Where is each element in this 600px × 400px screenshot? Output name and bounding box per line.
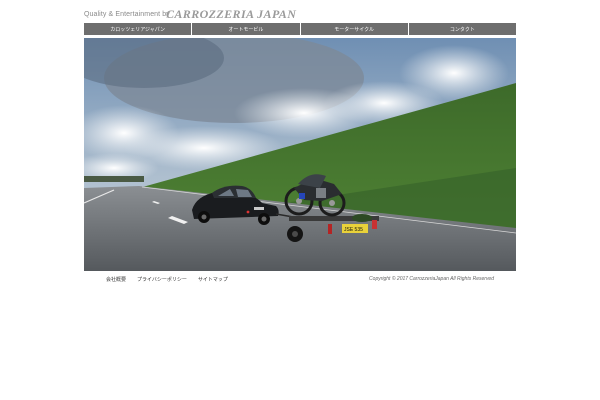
hero-photo-car-trailer-motorcycle: JSE 535 — [84, 38, 516, 271]
nav-item-contact[interactable]: コンタクト — [408, 23, 516, 35]
footer-link-company[interactable]: 会社概要 — [106, 276, 126, 283]
nav-item-automobile[interactable]: オートモービル — [192, 23, 301, 35]
main-nav: カロッツェリアジャパン オートモービル モーターサイクル コンタクト — [84, 23, 516, 35]
site-tagline: Quality & Entertainment by — [84, 11, 170, 18]
hero-image: JSE 535 — [84, 38, 516, 271]
footer-link-privacy[interactable]: プライバシーポリシー — [137, 276, 187, 283]
nav-item-motorcycle[interactable]: モーターサイクル — [300, 23, 409, 35]
site-header: Quality & Entertainment by CARROZZERIA J… — [84, 6, 516, 22]
nav-item-home[interactable]: カロッツェリアジャパン — [84, 23, 193, 35]
footer-link-sitemap[interactable]: サイトマップ — [198, 276, 228, 283]
footer-links: 会社概要 プライバシーポリシー サイトマップ — [106, 276, 228, 283]
copyright-text: Copyright © 2017 CarrozzeriaJapan All Ri… — [369, 276, 494, 282]
site-logo[interactable]: CARROZZERIA JAPAN — [166, 7, 296, 22]
license-plate-text: JSE 535 — [344, 227, 363, 233]
